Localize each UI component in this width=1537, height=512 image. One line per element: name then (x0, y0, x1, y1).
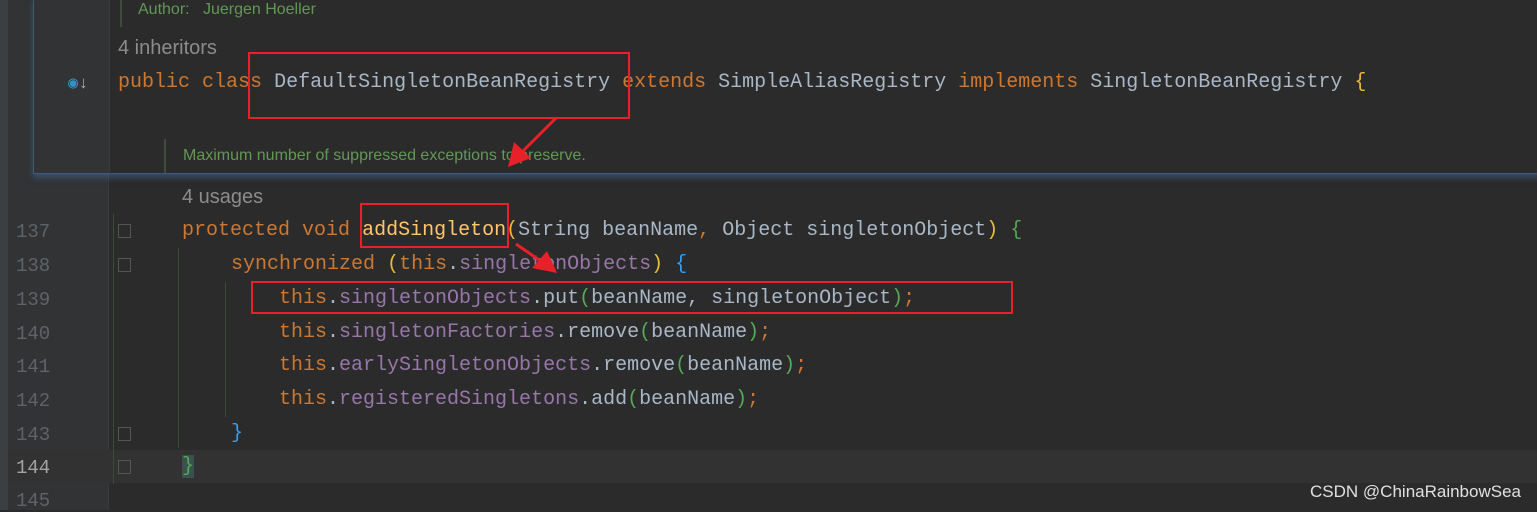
watermark: CSDN @ChinaRainbowSea (1310, 482, 1521, 501)
arrow-icon (515, 242, 557, 273)
annotation-arrows (508, 116, 558, 273)
arrow-icon (508, 116, 558, 167)
